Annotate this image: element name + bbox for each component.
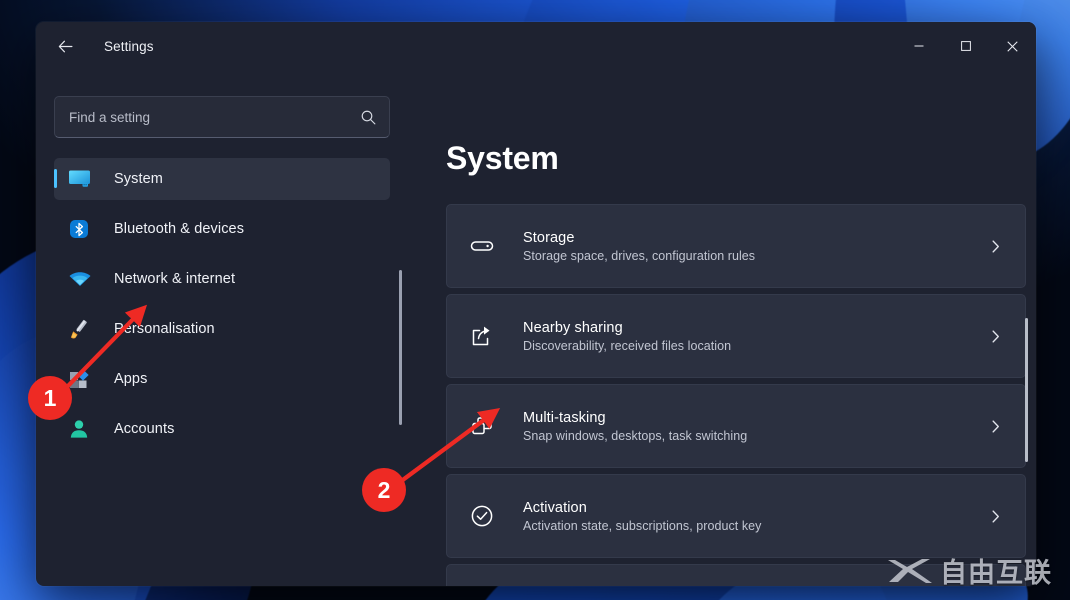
sidebar-item-network-internet[interactable]: Network & internet — [54, 258, 390, 300]
sidebar-item-label: Accounts — [114, 421, 175, 437]
card-subtitle: Discoverability, received files location — [523, 338, 732, 353]
check-circle-icon — [469, 503, 511, 529]
card-title: Storage — [523, 229, 575, 246]
sidebar-scrollbar[interactable] — [399, 270, 402, 425]
card-title: Nearby sharing — [523, 319, 623, 336]
app-title: Settings — [104, 38, 154, 54]
settings-card-activation[interactable]: Activation Activation state, subscriptio… — [446, 474, 1026, 558]
apps-icon — [68, 368, 98, 390]
close-button[interactable] — [989, 22, 1036, 70]
sidebar-item-apps[interactable]: Apps — [54, 358, 390, 400]
desktop-background: Settings Find a setting System Bluetooth… — [0, 0, 1070, 600]
sidebar-item-label: Apps — [114, 371, 148, 387]
settings-window: Settings Find a setting System Bluetooth… — [36, 22, 1036, 586]
paintbrush-icon — [68, 318, 98, 340]
sidebar-item-personalisation[interactable]: Personalisation — [54, 308, 390, 350]
settings-card-nearby-sharing[interactable]: Nearby sharing Discoverability, received… — [446, 294, 1026, 378]
storage-drive-icon — [469, 233, 511, 259]
search-container — [54, 96, 390, 138]
monitor-icon — [68, 169, 98, 189]
settings-card-storage[interactable]: Storage Storage space, drives, configura… — [446, 204, 1026, 288]
minimize-icon — [914, 45, 923, 47]
sidebar-item-accounts[interactable]: Accounts — [54, 408, 390, 450]
card-title: Activation — [523, 499, 587, 516]
window-controls — [895, 22, 1036, 70]
share-icon — [469, 323, 511, 349]
main-content: System Storage Storage space, drives, co… — [408, 70, 1036, 586]
sidebar-item-label: Personalisation — [114, 321, 215, 337]
close-icon — [1007, 40, 1018, 52]
person-icon — [68, 418, 98, 440]
sidebar-item-bluetooth-devices[interactable]: Bluetooth & devices — [54, 208, 390, 250]
sidebar: System Bluetooth & devices — [36, 70, 408, 586]
chevron-right-icon[interactable] — [988, 239, 1003, 254]
maximize-icon — [960, 41, 971, 51]
sidebar-item-system[interactable]: System — [54, 158, 390, 200]
sidebar-item-label: System — [114, 171, 163, 187]
search-input[interactable] — [69, 109, 360, 125]
multitasking-windows-icon — [469, 413, 511, 439]
sidebar-item-label: Bluetooth & devices — [114, 221, 245, 237]
settings-card-list: Storage Storage space, drives, configura… — [446, 204, 1026, 586]
title-bar: Settings — [36, 22, 1036, 70]
card-subtitle: Activation state, subscriptions, product… — [523, 518, 762, 533]
sidebar-nav-list: System Bluetooth & devices Network & int… — [54, 158, 390, 458]
main-scrollbar[interactable] — [1025, 318, 1028, 462]
minimize-button[interactable] — [895, 22, 942, 70]
card-title: Multi-tasking — [523, 409, 606, 426]
back-button[interactable] — [48, 29, 82, 63]
sidebar-item-label: Network & internet — [114, 271, 236, 287]
search-box[interactable] — [54, 96, 390, 138]
back-arrow-icon — [58, 40, 72, 52]
search-icon[interactable] — [360, 109, 377, 126]
settings-card-multi-tasking[interactable]: Multi-tasking Snap windows, desktops, ta… — [446, 384, 1026, 468]
page-title: System — [446, 140, 559, 176]
wifi-icon — [68, 270, 98, 288]
settings-card-troubleshoot[interactable]: Troubleshoot Recommended troubleshooters… — [446, 564, 1026, 586]
card-subtitle: Storage space, drives, configuration rul… — [523, 248, 756, 263]
window-body: System Bluetooth & devices — [36, 70, 1036, 586]
maximize-button[interactable] — [942, 22, 989, 70]
bluetooth-icon — [68, 218, 98, 240]
chevron-right-icon[interactable] — [988, 509, 1003, 524]
chevron-right-icon[interactable] — [988, 329, 1003, 344]
chevron-right-icon[interactable] — [988, 419, 1003, 434]
card-subtitle: Snap windows, desktops, task switching — [523, 428, 748, 443]
